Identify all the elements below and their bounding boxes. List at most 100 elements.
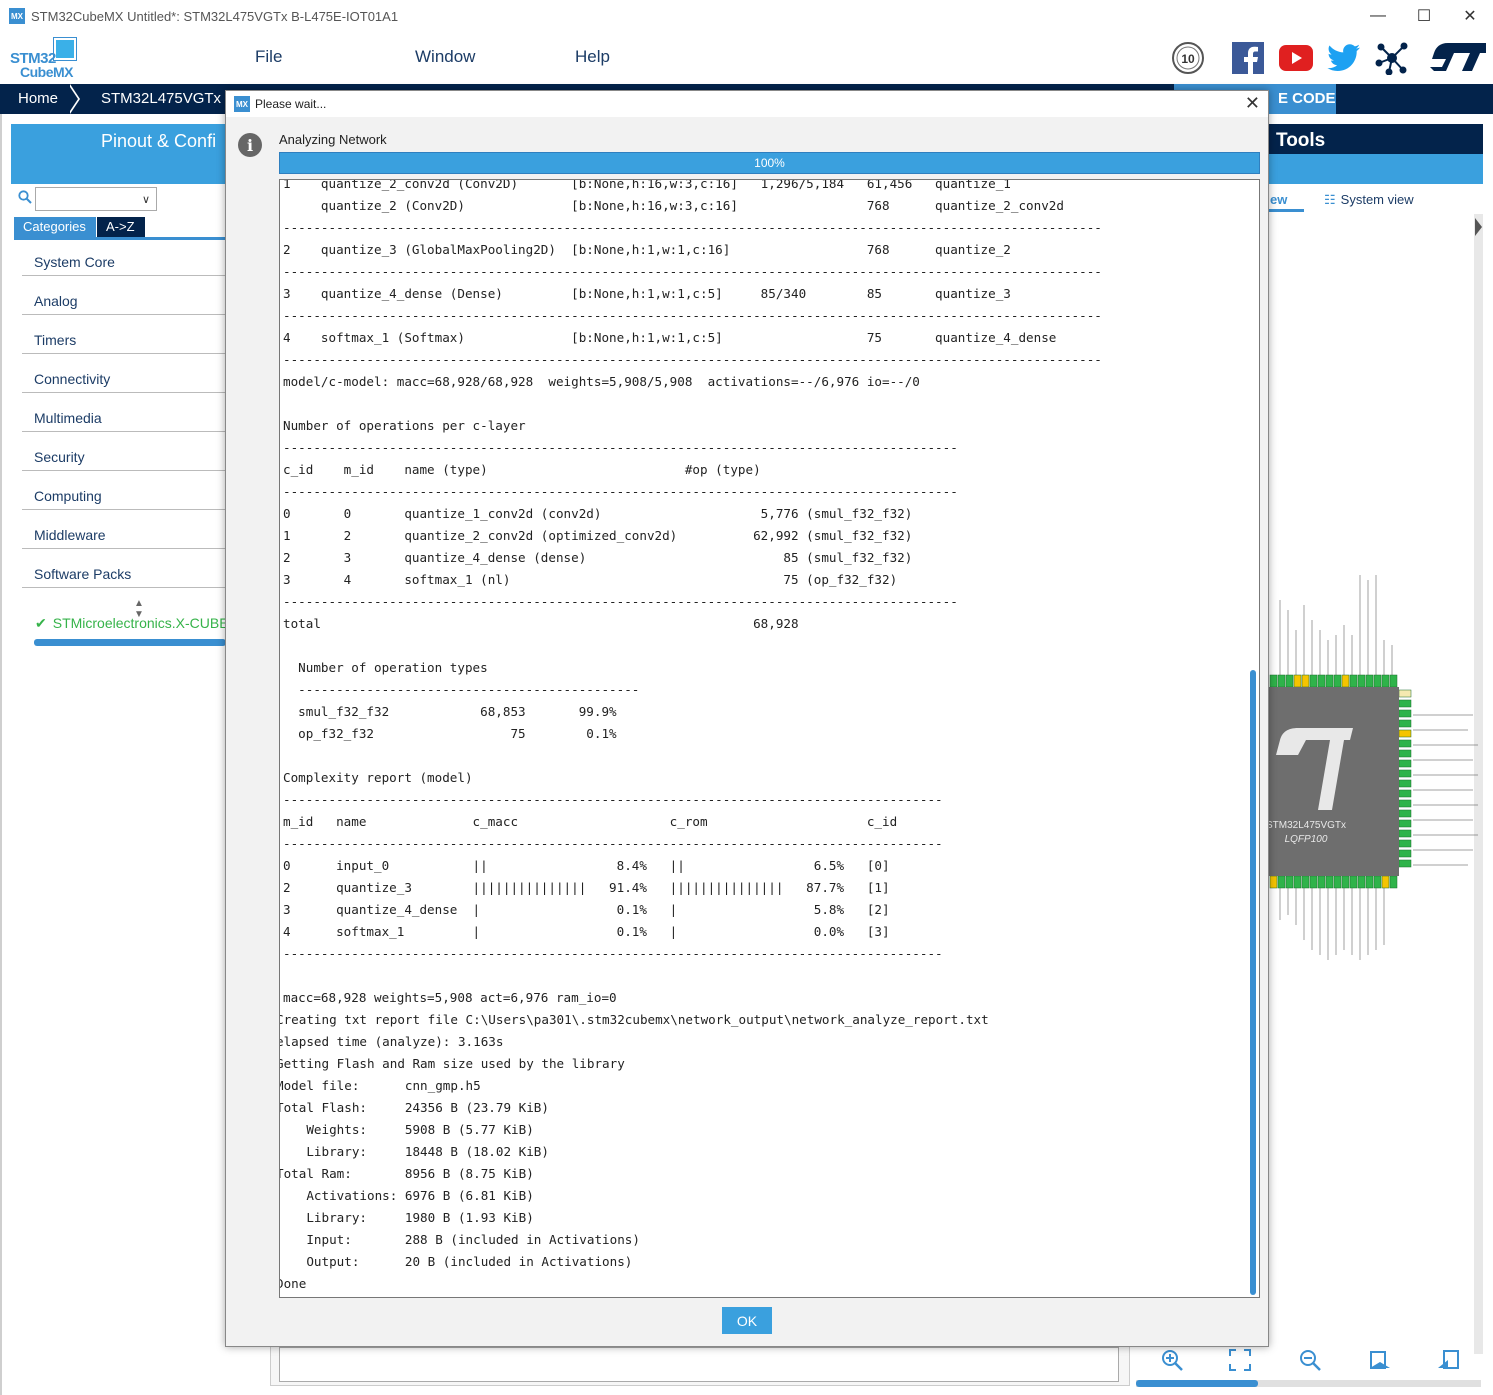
window-controls: — ☐ ✕ xyxy=(1355,0,1493,32)
system-view-label: System view xyxy=(1340,192,1414,207)
st-logo-icon[interactable] xyxy=(1424,38,1488,78)
software-pack-label: STMicroelectronics.X-CUBE-A xyxy=(52,615,225,631)
anniversary-badge-icon[interactable]: 10 xyxy=(1168,38,1208,78)
close-icon[interactable]: ✕ xyxy=(1447,0,1493,32)
minimize-icon[interactable]: — xyxy=(1355,0,1401,32)
category-software-packs[interactable]: Software Packs xyxy=(22,549,226,588)
network-share-icon[interactable] xyxy=(1372,38,1412,78)
background-inner-panel xyxy=(279,1347,1119,1382)
window-left-edge xyxy=(0,0,2,1395)
log-line: smul_f32_f32 68,853 99.9% xyxy=(283,704,617,719)
progress-text: 100% xyxy=(754,156,785,170)
log-line: model/c-model: macc=68,928/68,928 weight… xyxy=(283,374,920,389)
log-line: 4 softmax_1 (Softmax) [b:None,h:1,w:1,c:… xyxy=(283,330,1057,345)
pinout-toolbar xyxy=(1136,1342,1481,1382)
software-pack-item[interactable]: ✔ STMicroelectronics.X-CUBE-A xyxy=(35,615,225,632)
log-line: 1 quantize_2_conv2d (Conv2D) [b:None,h:1… xyxy=(283,179,1011,191)
check-icon: ✔ xyxy=(35,615,47,631)
log-line: 0 input_0 || 8.4% || 6.5% [0] xyxy=(283,858,890,873)
log-line: Creating txt report file C:\Users\pa301\… xyxy=(279,1012,989,1027)
rotate-icon[interactable] xyxy=(1368,1348,1392,1372)
log-line: Library: 18448 B (18.02 KiB) xyxy=(279,1144,549,1159)
menu-help[interactable]: Help xyxy=(575,47,610,67)
log-line: ----------------------------------------… xyxy=(283,836,943,851)
chip-diagram: STM32L475VGTx LQFP100 xyxy=(1266,575,1478,960)
chevron-down-icon[interactable]: ∨ xyxy=(142,193,150,206)
youtube-icon[interactable] xyxy=(1276,38,1316,78)
category-middleware[interactable]: Middleware xyxy=(22,510,226,549)
category-security[interactable]: Security xyxy=(22,432,226,471)
menu-bar: STM32 CubeMX File Window Help 10 xyxy=(0,32,1493,84)
log-line: ----------------------------------------… xyxy=(283,682,640,697)
log-line: 2 quantize_3 ||||||||||||||| 91.4% |||||… xyxy=(283,880,890,895)
log-line: total 68,928 xyxy=(283,616,799,631)
log-line: ----------------------------------------… xyxy=(283,792,943,807)
tab-system-view[interactable]: ☷ System view xyxy=(1324,192,1414,208)
logo-line2: CubeMX xyxy=(20,64,74,80)
category-system-core[interactable]: System Core xyxy=(22,237,226,276)
tab-pinout-view[interactable]: ew xyxy=(1270,192,1287,207)
tab-categories[interactable]: Categories xyxy=(14,217,96,237)
zoom-in-icon[interactable] xyxy=(1160,1348,1184,1372)
cube-icon xyxy=(54,38,76,60)
search-icon xyxy=(18,190,32,204)
facebook-icon[interactable] xyxy=(1228,38,1268,78)
please-wait-dialog: MX Please wait... ✕ i Analyzing Network … xyxy=(225,90,1269,1347)
maximize-icon[interactable]: ☐ xyxy=(1401,0,1447,32)
breadcrumb-separator xyxy=(68,84,80,114)
log-line: Output: 20 B (included in Activations) xyxy=(279,1254,633,1269)
ok-button[interactable]: OK xyxy=(722,1307,772,1334)
log-scrollbar[interactable] xyxy=(1250,670,1256,1295)
app-icon: MX xyxy=(234,96,250,112)
log-line: 3 quantize_4_dense (Dense) [b:None,h:1,w… xyxy=(283,286,1011,301)
log-line: Total Ram: 8956 B (8.75 KiB) xyxy=(279,1166,534,1181)
category-label: Computing xyxy=(34,488,102,504)
breadcrumb-home[interactable]: Home xyxy=(18,90,58,107)
log-line: Model file: cnn_gmp.h5 xyxy=(279,1078,481,1093)
log-output[interactable]: 1 quantize_2_conv2d (Conv2D) [b:None,h:1… xyxy=(279,179,1260,1298)
category-multimedia[interactable]: Multimedia xyxy=(22,393,226,432)
search-input[interactable]: ∨ xyxy=(35,187,157,211)
category-analog[interactable]: Analog xyxy=(22,276,226,315)
tools-header: Tools xyxy=(1268,124,1483,184)
progress-bar: 100% xyxy=(279,152,1260,174)
fit-screen-icon[interactable] xyxy=(1228,1348,1252,1372)
chip-pinout-view[interactable]: STM32L475VGTx LQFP100 xyxy=(1266,570,1483,970)
log-line: ----------------------------------------… xyxy=(283,308,1102,323)
pinout-config-header[interactable]: Pinout & Confi xyxy=(11,124,226,184)
twitter-icon[interactable] xyxy=(1324,38,1364,78)
log-line: quantize_2 (Conv2D) [b:None,h:16,w:3,c:1… xyxy=(283,198,1064,213)
log-line: Complexity report (model) xyxy=(283,770,473,785)
software-pack-progress xyxy=(34,639,226,646)
log-line: 3 4 softmax_1 (nl) 75 (op_f32_f32) xyxy=(283,572,898,587)
scrollbar-thumb[interactable] xyxy=(1136,1380,1258,1387)
log-line: Weights: 5908 B (5.77 KiB) xyxy=(279,1122,534,1137)
log-line: Total Flash: 24356 B (23.79 KiB) xyxy=(279,1100,549,1115)
category-computing[interactable]: Computing xyxy=(22,471,226,510)
close-icon[interactable]: ✕ xyxy=(1245,93,1260,114)
log-line: 3 quantize_4_dense | 0.1% | 5.8% [2] xyxy=(283,902,890,917)
window-titlebar: MX STM32CubeMX Untitled*: STM32L475VGTx … xyxy=(0,0,1493,32)
log-line: ----------------------------------------… xyxy=(283,352,1102,367)
log-line: 2 3 quantize_4_dense (dense) 85 (smul_f3… xyxy=(283,550,913,565)
background-panel xyxy=(270,1346,1130,1386)
breadcrumb-device[interactable]: STM32L475VGTx xyxy=(101,90,221,107)
flip-icon[interactable] xyxy=(1436,1348,1460,1372)
tab-a-to-z[interactable]: A->Z xyxy=(97,217,145,237)
zoom-out-icon[interactable] xyxy=(1298,1348,1322,1372)
menu-file[interactable]: File xyxy=(255,47,282,67)
category-label: Multimedia xyxy=(34,410,102,426)
category-connectivity[interactable]: Connectivity xyxy=(22,354,226,393)
tools-title: Tools xyxy=(1276,130,1326,151)
log-line: ----------------------------------------… xyxy=(283,220,1102,235)
category-label: Analog xyxy=(34,293,78,309)
category-label: System Core xyxy=(34,254,115,270)
category-label: Software Packs xyxy=(34,566,132,582)
menu-window[interactable]: Window xyxy=(415,47,475,67)
chip-package-label: LQFP100 xyxy=(1285,834,1328,845)
horizontal-scrollbar[interactable] xyxy=(1136,1380,1481,1387)
category-timers[interactable]: Timers xyxy=(22,315,226,354)
